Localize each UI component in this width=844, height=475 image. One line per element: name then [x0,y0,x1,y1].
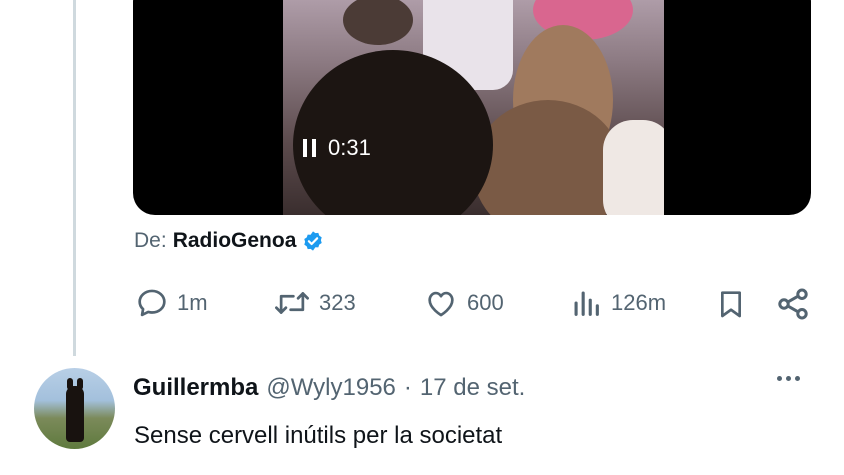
like-icon [428,291,454,317]
verified-badge-icon [304,231,323,251]
source-prefix: De: [134,229,167,252]
like-button[interactable]: 600 [423,285,504,321]
author-handle[interactable]: @Wyly1956 [266,374,396,402]
reply-tweet[interactable]: Guillermba @Wyly1956 · 17 de set. Sense … [0,360,844,475]
repost-icon [275,292,309,314]
avatar[interactable] [34,368,115,449]
video-controls: 0:31 [303,135,371,161]
repost-button[interactable]: 323 [273,285,356,321]
video-frame [283,0,664,215]
thread-line [73,0,76,356]
like-count: 600 [467,290,504,315]
bookmark-icon[interactable] [715,287,747,321]
more-icon[interactable] [777,376,800,381]
separator-dot: · [403,374,412,401]
views-button[interactable]: 126m [569,285,666,321]
share-icon[interactable] [775,286,811,322]
tweet-date[interactable]: 17 de set. [420,374,525,402]
reply-count: 1m [177,290,208,315]
source-account-link[interactable]: RadioGenoa [173,229,297,253]
pause-icon[interactable] [303,139,316,157]
views-icon [574,291,599,316]
reply-button[interactable]: 1m [135,285,208,321]
repost-count: 323 [319,290,356,315]
reply-icon [138,289,166,317]
reply-header: Guillermba @Wyly1956 · 17 de set. [133,374,525,402]
views-count: 126m [611,290,667,315]
reply-text: Sense cervell inútils per la societat [134,422,503,449]
video-player[interactable]: 0:31 [133,0,811,215]
video-source: De: RadioGenoa [134,229,324,253]
video-time: 0:31 [328,135,371,160]
tweet-actions: 1m 323 600 126m [133,285,813,321]
author-name[interactable]: Guillermba [133,374,258,402]
